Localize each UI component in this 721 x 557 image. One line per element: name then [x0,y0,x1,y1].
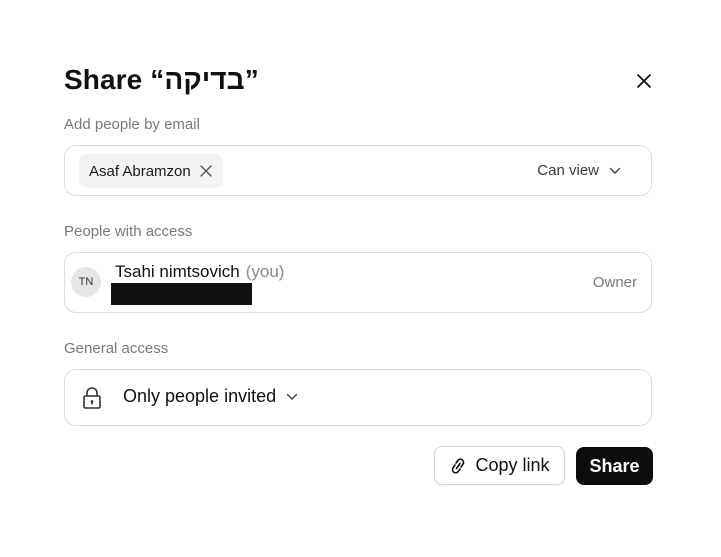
general-access-value: Only people invited [123,386,277,406]
chevron-down-icon [609,167,621,174]
people-with-access-label: People with access [64,223,193,240]
link-icon [452,457,465,474]
avatar: TN [71,267,101,297]
add-people-label: Add people by email [64,116,200,133]
email-input[interactable]: Asaf Abramzon Can view [64,145,652,196]
person-row: TN Tsahi nimtsovich (you) Owner [64,252,652,313]
general-access-label: General access [64,340,169,357]
recipient-chip: Asaf Abramzon [79,154,223,188]
close-button[interactable] [632,69,656,93]
remove-chip-button[interactable] [199,164,213,178]
person-role: Owner [592,274,637,291]
general-access-box: Only people invited [64,369,652,426]
redacted-email [111,283,252,305]
copy-link-button[interactable]: Copy link [434,446,565,485]
permission-dropdown[interactable]: Can view [537,162,621,179]
dialog-title: Share “בדיקה” [64,64,259,95]
lock-icon [83,387,101,409]
you-tag: (you) [245,262,285,281]
recipient-chip-name: Asaf Abramzon [89,162,191,180]
copy-link-label: Copy link [475,455,550,475]
share-button[interactable]: Share [576,447,653,485]
close-icon [637,74,651,88]
person-name: Tsahi nimtsovich [115,262,240,281]
chevron-down-icon [286,393,298,400]
remove-chip-icon [200,165,212,177]
person-name-line: Tsahi nimtsovich (you) [115,262,284,282]
general-access-dropdown[interactable]: Only people invited [123,386,298,407]
permission-value: Can view [537,162,599,179]
